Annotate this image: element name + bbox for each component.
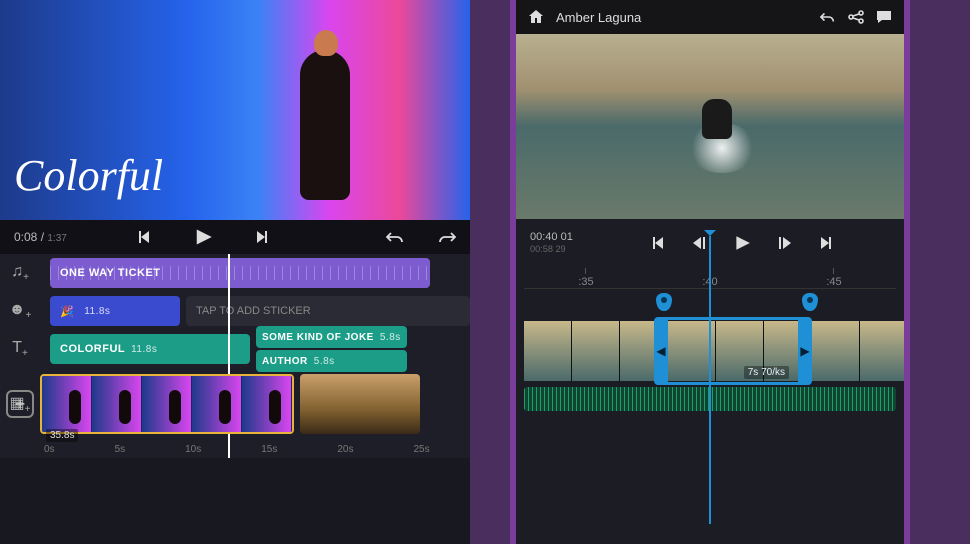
video-clip-2[interactable]	[300, 374, 420, 434]
timeline[interactable]: ♫+ ONE WAY TICKET ☻+ 🎉 11.8s TAP TO ADD …	[0, 254, 470, 458]
music-track[interactable]: ♫+ ONE WAY TICKET	[0, 254, 470, 292]
top-bar: Amber Laguna	[516, 0, 904, 34]
skip-end-button[interactable]	[819, 235, 835, 251]
thumb[interactable]	[524, 321, 572, 381]
title-overlay: Colorful	[14, 150, 163, 201]
timecode: 0:08 / 1:37	[14, 230, 67, 244]
trim-handle-left[interactable]: ◀	[654, 320, 668, 382]
text-icon[interactable]: T+	[0, 339, 40, 359]
trim-handle-right[interactable]: ▶	[798, 320, 812, 382]
preview-subject	[300, 50, 350, 200]
undo-icon[interactable]	[820, 10, 836, 24]
prev-button[interactable]	[135, 229, 151, 245]
video-clip[interactable]	[40, 374, 294, 434]
next-button[interactable]	[255, 229, 271, 245]
project-title: Amber Laguna	[556, 10, 641, 25]
video-preview[interactable]: Colorful	[0, 0, 470, 220]
playhead[interactable]	[709, 236, 711, 524]
preview-subject	[702, 99, 732, 139]
video-editor-app-left: Colorful 0:08 / 1:37 ♫+	[0, 0, 470, 544]
frame-forward-button[interactable]	[777, 235, 793, 251]
add-clip-button[interactable]: +	[6, 390, 34, 418]
music-icon[interactable]: ♫+	[0, 263, 40, 283]
music-clip[interactable]: ONE WAY TICKET	[50, 258, 430, 288]
timecode: 00:40 01 00:58 29	[530, 231, 573, 255]
subtitle-clip-1[interactable]: SOME KIND OF JOKE5.8s	[256, 326, 407, 348]
redo-button[interactable]	[438, 230, 456, 244]
thumb[interactable]	[860, 321, 908, 381]
transport-bar: 0:08 / 1:37	[0, 220, 470, 254]
sticker-clip[interactable]: 🎉 11.8s	[50, 296, 180, 326]
thumb[interactable]	[812, 321, 860, 381]
selection-duration: 7s 70/ks	[744, 366, 789, 379]
play-button[interactable]	[193, 227, 213, 247]
comment-icon[interactable]	[876, 9, 892, 25]
video-track[interactable]: ▦+ + 35.8s	[0, 368, 470, 440]
range-selection[interactable]: ◀ ▶ 7s 70/ks	[654, 317, 812, 385]
marker-in[interactable]	[656, 293, 672, 311]
home-icon[interactable]	[528, 9, 544, 25]
play-button[interactable]	[733, 234, 751, 252]
share-icon[interactable]	[848, 9, 864, 25]
marker-out[interactable]	[802, 293, 818, 311]
clip-duration: 35.8s	[46, 429, 78, 442]
title-clip[interactable]: COLORFUL11.8s	[50, 334, 250, 364]
thumb[interactable]	[572, 321, 620, 381]
sticker-icon[interactable]: ☻+	[0, 301, 40, 321]
skip-start-button[interactable]	[649, 235, 665, 251]
time-ruler: 0s5s 10s15s 20s25s 30s	[0, 440, 470, 458]
sticker-track[interactable]: ☻+ 🎉 11.8s TAP TO ADD STICKER	[0, 292, 470, 330]
video-preview[interactable]	[516, 34, 904, 219]
video-editor-app-right: Amber Laguna 00:40 01 00:58 29	[510, 0, 910, 544]
undo-button[interactable]	[386, 230, 404, 244]
title-track[interactable]: T+ COLORFUL11.8s SOME KIND OF JOKE5.8s A…	[0, 330, 470, 368]
